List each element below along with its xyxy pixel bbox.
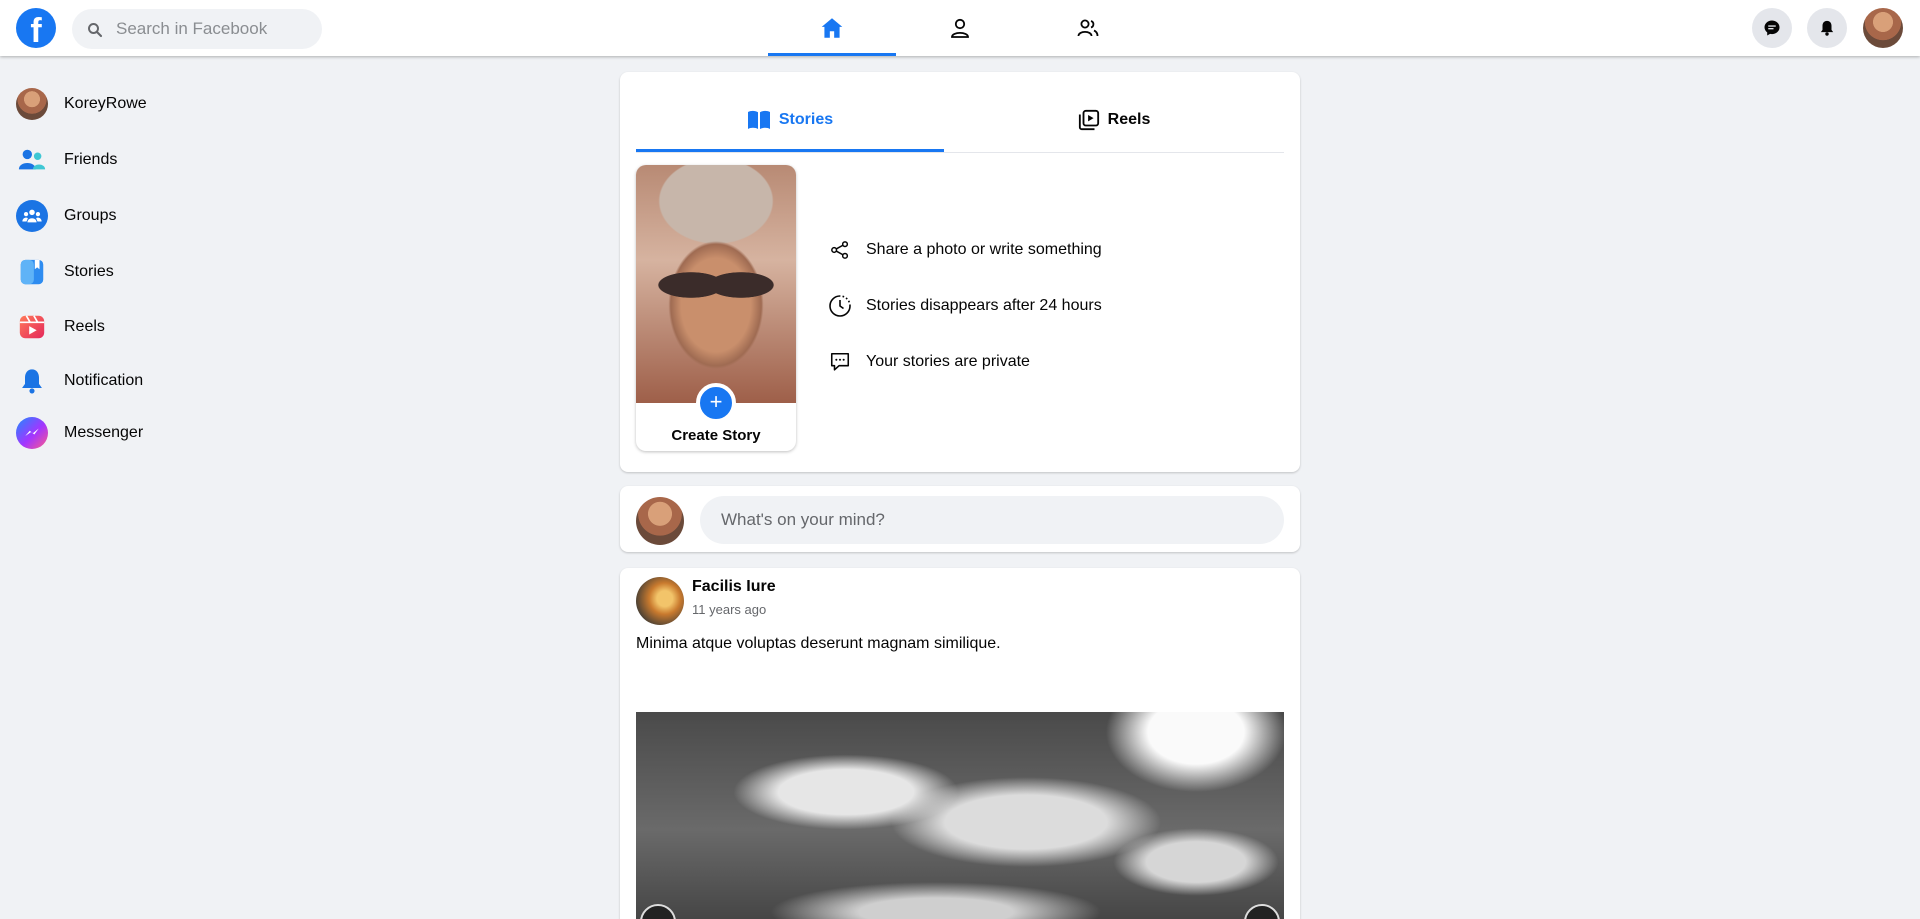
feed-post: Facilis Iure 11 years ago Minima atque v… — [620, 568, 1300, 919]
post-timestamp[interactable]: 11 years ago — [692, 602, 766, 617]
stories-icon — [16, 256, 48, 288]
post-image[interactable]: ‹ › — [636, 712, 1284, 919]
sidebar-item-reels[interactable]: Reels — [16, 307, 296, 347]
nav-home-tab[interactable] — [768, 0, 896, 56]
reels-icon — [16, 311, 48, 343]
story-user-photo — [636, 165, 796, 403]
tab-label: Reels — [1107, 111, 1151, 128]
profile-icon — [951, 18, 969, 38]
search-icon — [88, 23, 103, 38]
sidebar-item-label: Messenger — [64, 424, 144, 441]
sidebar-item-messenger[interactable]: Messenger — [16, 413, 296, 453]
bell-icon — [16, 365, 48, 397]
post-author-name[interactable]: Facilis Iure — [692, 578, 776, 596]
avatar — [16, 88, 48, 120]
search-box[interactable] — [72, 9, 322, 49]
sidebar-item-label: Reels — [64, 318, 105, 335]
sidebar-item-profile[interactable]: KoreyRowe — [16, 84, 296, 124]
sidebar-item-label: Friends — [64, 151, 118, 168]
post-composer — [620, 486, 1300, 552]
chat-icon — [828, 350, 852, 374]
create-story-card[interactable]: + Create Story — [636, 165, 796, 451]
search-input[interactable] — [116, 9, 312, 49]
tab-divider — [636, 152, 1284, 153]
avatar[interactable] — [636, 497, 684, 545]
groups-icon — [16, 200, 48, 232]
post-text: Minima atque voluptas deserunt magnam si… — [636, 635, 1001, 652]
sidebar-item-groups[interactable]: Groups — [16, 196, 296, 236]
top-navigation-bar: f — [0, 0, 1920, 56]
tab-reels[interactable]: Reels — [944, 88, 1284, 152]
sidebar-item-label: Stories — [64, 263, 114, 280]
share-icon — [828, 238, 852, 262]
nav-profile-tab[interactable] — [896, 0, 1024, 56]
clock-icon — [828, 294, 852, 318]
sidebar-item-notification[interactable]: Notification — [16, 361, 296, 401]
create-story-label: Create Story — [671, 427, 761, 444]
sidebar-item-label: Groups — [64, 207, 117, 224]
carousel-next-button[interactable]: › — [1244, 904, 1280, 919]
messenger-icon — [16, 417, 48, 449]
story-info-privacy: Your stories are private — [828, 347, 1030, 377]
messenger-icon — [1764, 20, 1780, 36]
info-text: Stories disappears after 24 hours — [866, 297, 1102, 314]
story-info-share: Share a photo or write something — [828, 235, 1102, 265]
notifications-button[interactable] — [1807, 8, 1847, 48]
nav-friends-tab[interactable] — [1024, 0, 1152, 56]
status-input[interactable] — [700, 496, 1284, 544]
info-text: Share a photo or write something — [866, 241, 1102, 258]
story-info-expiry: Stories disappears after 24 hours — [828, 291, 1102, 321]
stories-card: Stories Reels + Create Story Share a pho… — [620, 72, 1300, 472]
sidebar-item-friends[interactable]: Friends — [16, 140, 296, 180]
friends-icon — [1077, 19, 1099, 37]
carousel-prev-button[interactable]: ‹ — [640, 904, 676, 919]
info-text: Your stories are private — [866, 353, 1030, 370]
sidebar-item-label: Notification — [64, 372, 144, 389]
reels-play-icon — [1078, 109, 1099, 131]
home-icon — [821, 18, 843, 38]
logo-letter: f — [30, 12, 42, 48]
sidebar-item-label: KoreyRowe — [64, 95, 147, 112]
book-icon — [747, 110, 770, 129]
post-author-avatar[interactable] — [636, 577, 684, 625]
facebook-logo[interactable]: f — [16, 8, 56, 48]
account-avatar[interactable] — [1863, 8, 1903, 48]
messenger-button[interactable] — [1752, 8, 1792, 48]
bell-icon — [1820, 20, 1834, 36]
tab-stories[interactable]: Stories — [636, 88, 944, 152]
tab-label: Stories — [778, 111, 834, 128]
friends-icon — [16, 144, 48, 176]
sidebar-item-stories[interactable]: Stories — [16, 252, 296, 292]
add-story-button[interactable]: + — [696, 383, 736, 423]
